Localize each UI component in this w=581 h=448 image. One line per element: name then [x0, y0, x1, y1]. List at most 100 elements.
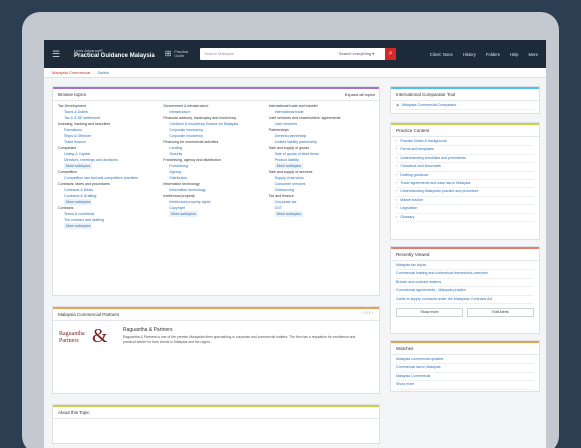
list-item[interactable]: › Drafting guidance: [396, 172, 534, 181]
partner-description: Raguantha & Partners is one of the premi…: [123, 335, 356, 344]
list-item[interactable]: Commercial agreements - Malaysia practic…: [396, 287, 534, 296]
panel-title: International Comparator Tool: [391, 89, 539, 101]
list-item[interactable]: › Understanding checklists and precedents: [396, 155, 534, 164]
list-item-label: Forms and templates: [400, 147, 434, 152]
ampersand-glyph: &: [92, 325, 108, 347]
search-icon: ⌕: [388, 50, 393, 57]
list-item[interactable]: › Understanding Malaysian practice and pr…: [396, 188, 534, 197]
watch-list: Malaysia commercial updates Commercial la…: [391, 355, 539, 391]
panel-title: Practice Content: [391, 125, 539, 137]
globe-icon: ◉: [396, 103, 400, 107]
list-item[interactable]: Commercial leasing and contractual frame…: [396, 270, 534, 279]
watches-panel: Watches Malaysia commercial updates Comme…: [390, 340, 540, 392]
list-item-label: Commercial agreements - Malaysia practic…: [396, 288, 467, 293]
nav-link-help[interactable]: Help: [510, 52, 519, 57]
grid-icon: ⊞: [164, 49, 172, 59]
list-item[interactable]: Breach and contract matters: [396, 279, 534, 288]
partner-logo-line1: Raguantha: [59, 331, 85, 337]
list-item[interactable]: › Market tracker: [396, 197, 534, 206]
chevron-right-icon: ›: [396, 189, 398, 194]
chevron-right-icon: ›: [396, 155, 398, 160]
list-item-label: Commercial law in Malaysia: [396, 365, 441, 370]
hamburger-icon[interactable]: ☰: [52, 49, 68, 59]
list-item[interactable]: › Glossary: [396, 214, 534, 223]
chevron-right-icon: ›: [396, 164, 398, 169]
partner-logo-line2: Partners: [59, 338, 79, 344]
nav-links: Client: None History Folders Help More: [430, 52, 538, 57]
recent-actions: Show more Edit Alerts: [391, 305, 539, 320]
topic-column: Tax Development Taxes & Duties Tax & ICSE …: [58, 103, 163, 229]
nav-link-folders[interactable]: Folders: [486, 52, 500, 57]
list-item-label: Guide to supply contracts under the Mala…: [396, 296, 493, 301]
list-item-label: Practice Notes & background: [400, 139, 447, 143]
brand-title: Practical Guidance Malaysia: [74, 52, 155, 59]
list-item-label: Malaysia Commercial: [396, 373, 431, 378]
more-subtopics-link[interactable]: More subtopics: [64, 223, 93, 229]
chevron-right-icon: ›: [396, 139, 398, 143]
recent-list: Malaysia tax topics Commercial leasing an…: [391, 261, 539, 305]
intl-list: ◉ Malaysia Commercial Comparator: [391, 101, 539, 111]
list-item[interactable]: › Legislation: [396, 205, 534, 214]
list-item-label: Breach and contract matters: [396, 279, 442, 284]
list-item[interactable]: Malaysia tax topics: [396, 262, 534, 271]
partners-panel: Malaysia Commercial Partners ‹ 1 / 1 › R…: [52, 306, 380, 394]
search-button[interactable]: ⌕: [385, 48, 397, 60]
brand-logo[interactable]: Lexis Advance® Practical Guidance Malays…: [74, 48, 155, 59]
list-item-label: Malaysia commercial updates: [396, 357, 444, 361]
switch-link[interactable]: Switch: [97, 70, 109, 75]
list-item-label: Malaysia tax topics: [396, 263, 427, 267]
list-item-label: Drafting guidance: [400, 172, 429, 177]
list-item[interactable]: Commercial law in Malaysia: [396, 364, 534, 373]
list-item[interactable]: › Forms and templates: [396, 146, 534, 155]
partner-logo[interactable]: Raguantha Partners &: [59, 325, 117, 361]
list-item-label: Legislation: [400, 206, 418, 211]
panel-title: Malaysia Commercial Partners: [53, 309, 379, 321]
list-item[interactable]: ◉ Malaysia Commercial Comparator: [396, 102, 534, 111]
topic-column: International trade and transfer Internat…: [269, 103, 374, 229]
search-box[interactable]: Search Malaysia Search everything ▾ ⌕: [200, 48, 397, 60]
chevron-right-icon: ›: [396, 206, 398, 211]
carousel-pager[interactable]: ‹ 1 / 1 ›: [362, 311, 373, 315]
breadcrumb: Malaysia Commercial Switch: [44, 68, 546, 78]
chevron-right-icon: ›: [396, 214, 398, 219]
list-item[interactable]: Malaysia commercial updates: [396, 356, 534, 365]
list-item-label: Glossary: [400, 214, 415, 219]
list-item-label: Understanding checklists and precedents: [400, 155, 466, 160]
panel-title: Recently Viewed: [391, 249, 539, 261]
partner-name[interactable]: Raguantha & Partners: [123, 327, 172, 333]
list-item[interactable]: Guide to supply contracts under the Mala…: [396, 296, 534, 305]
intl-item-label: Malaysia Commercial Comparator: [402, 103, 457, 107]
search-input[interactable]: Search Malaysia: [204, 51, 234, 56]
nav-link-more[interactable]: More: [528, 52, 538, 57]
topic-columns: Tax Development Taxes & Duties Tax & ICSE …: [53, 101, 379, 231]
panel-title: Watches: [391, 343, 539, 355]
products-label: Practical Guide: [174, 50, 188, 59]
chevron-right-icon: ›: [396, 172, 398, 177]
topic-column: Government & infrastructure Infrastructur…: [163, 103, 268, 229]
list-item-label: Trade agreements and case law in Malaysi…: [400, 181, 471, 186]
current-practice-area: Malaysia Commercial: [52, 70, 91, 75]
intl-comparator-panel: International Comparator Tool ◉ Malaysia …: [390, 86, 540, 114]
chevron-right-icon: ›: [396, 197, 398, 202]
list-item[interactable]: Malaysia Commercial: [396, 373, 534, 382]
list-item[interactable]: › Practice Notes & background: [396, 138, 534, 147]
search-scope-dropdown[interactable]: Search everything ▾: [339, 51, 374, 56]
panel-title: About this Topic: [53, 407, 379, 419]
list-item-label: Checklists and flowcharts: [400, 164, 441, 169]
products-menu[interactable]: ⊞ Practical Guide: [165, 49, 188, 59]
edit-alerts-button[interactable]: Edit Alerts: [467, 308, 534, 318]
about-topic-panel: About this Topic: [52, 404, 380, 444]
expand-all-link[interactable]: Expand all topics: [345, 92, 375, 97]
list-item[interactable]: › Trade agreements and case law in Malays…: [396, 180, 534, 189]
show-more-button[interactable]: Show more: [396, 308, 463, 318]
list-item-label: Commercial leasing and contractual frame…: [396, 271, 488, 276]
more-subtopics-link[interactable]: More subtopics: [274, 211, 304, 217]
panel-title: Browse topics: [53, 89, 379, 101]
nav-link-client[interactable]: Client: None: [430, 52, 453, 57]
list-item[interactable]: › Checklists and flowcharts: [396, 163, 534, 172]
nav-link-history[interactable]: History: [463, 52, 476, 57]
more-subtopics-link[interactable]: More subtopics: [169, 211, 198, 217]
show-more-link[interactable]: Show more: [396, 381, 534, 390]
chevron-right-icon: ›: [396, 181, 398, 186]
list-item-label: Understanding Malaysian practice and pro…: [400, 189, 479, 194]
